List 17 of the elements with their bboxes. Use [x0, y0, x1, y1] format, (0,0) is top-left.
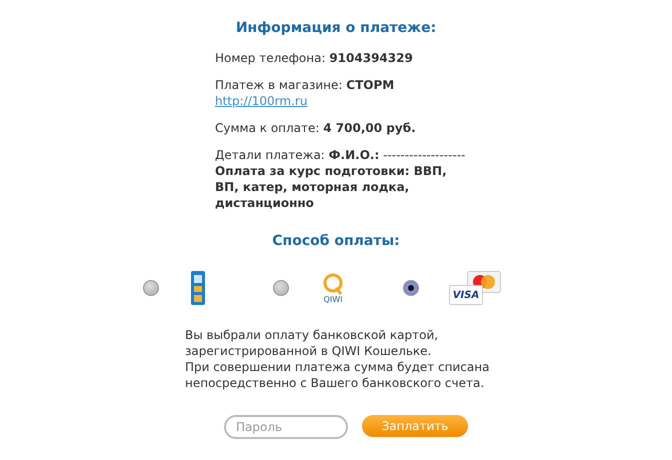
qiwi-logo: QIWI — [319, 272, 347, 304]
radio-button[interactable] — [403, 280, 419, 296]
info-text: Сумма к оплате: 4 700,00 руб. — [215, 120, 417, 136]
radio-button[interactable] — [143, 280, 159, 296]
section-title: Способ оплаты: — [272, 233, 400, 249]
info-text: Детали платежа: Ф.И.О.: ------------------- Оплата за курс подготовки: ВВП, ВП, катер, моторная лодка, дистанционно — [215, 147, 466, 211]
password-field[interactable]: Пароль — [224, 415, 348, 439]
radio-button[interactable] — [273, 280, 289, 296]
info-text: Платеж в магазине: СТОРМ — [215, 77, 396, 93]
description-text: При совершении платежа сумма будет списана непосредственно с Вашего банковского счета. — [185, 359, 490, 391]
description-text: Вы выбрали оплату банковской картой, зарегистрированной в QIWI Кошельке. — [185, 327, 440, 359]
bank-cards-logo: VISA — [449, 271, 501, 305]
payment-terminal-icon — [189, 271, 207, 305]
section-title: Информация о платеже: — [236, 20, 436, 36]
shop-link[interactable]: http://100rm.ru — [215, 93, 467, 109]
pay-button[interactable]: Заплатить — [362, 415, 468, 437]
info-text: Номер телефона: 9104394329 — [215, 50, 414, 66]
